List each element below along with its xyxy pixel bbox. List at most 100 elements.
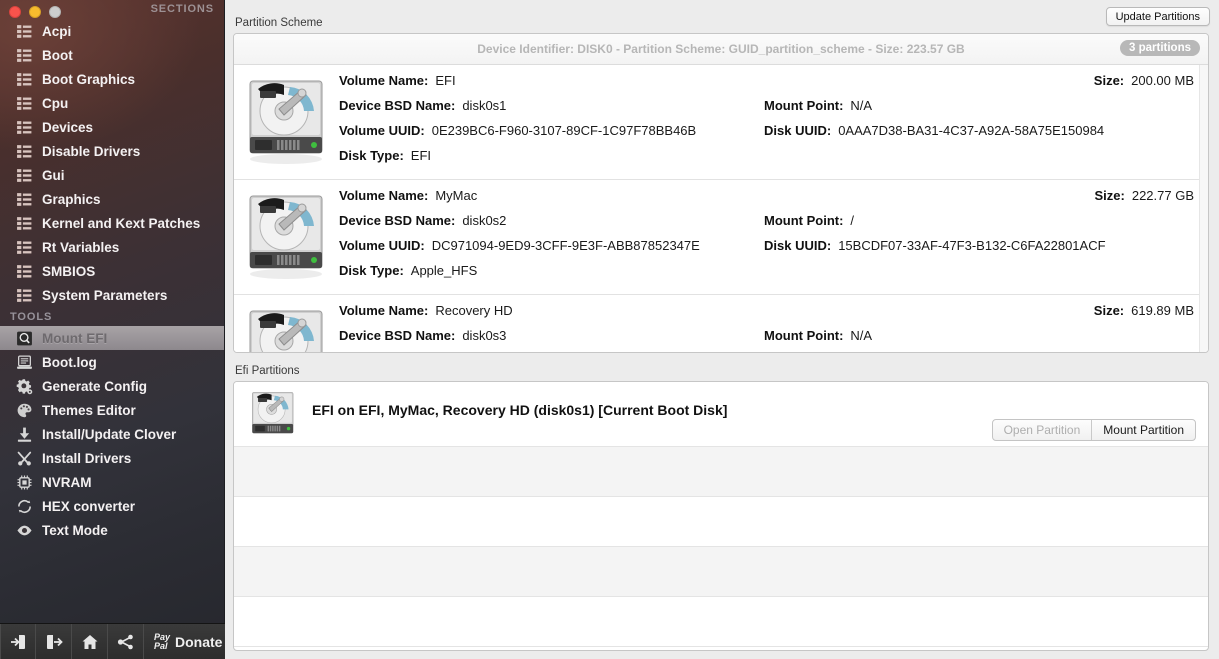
sidebar-item-system-parameters[interactable]: System Parameters xyxy=(0,283,224,307)
sidebar-item-boot-log[interactable]: Boot.log xyxy=(0,350,224,374)
efi-empty-row xyxy=(234,597,1208,647)
scheme-summary-text: Device Identifier: DISK0 - Partition Sch… xyxy=(477,42,965,56)
device-bsd-name-key: Device BSD Name: xyxy=(339,98,456,113)
export-button[interactable] xyxy=(36,623,72,659)
device-bsd-name-key: Device BSD Name: xyxy=(339,213,456,228)
efi-partitions-panel: EFI on EFI, MyMac, Recovery HD (disk0s1)… xyxy=(233,381,1209,651)
home-button[interactable] xyxy=(72,623,108,659)
disk-badge-icon xyxy=(17,331,32,345)
sidebar-item-label: Boot xyxy=(42,47,73,63)
update-partitions-button[interactable]: Update Partitions xyxy=(1105,7,1210,26)
efi-empty-row xyxy=(234,547,1208,597)
hard-disk-icon xyxy=(249,195,323,279)
partition-list-scrollbar[interactable] xyxy=(1199,65,1208,352)
sidebar-item-devices[interactable]: Devices xyxy=(0,115,224,139)
mount-partition-button[interactable]: Mount Partition xyxy=(1092,420,1195,440)
sidebar-item-cpu[interactable]: Cpu xyxy=(0,91,224,115)
sidebar-nav: Acpi Boot Boot Graphics Cpu Devices Disa… xyxy=(0,19,224,542)
mount-point-key: Mount Point: xyxy=(764,213,844,228)
disk-uuid-key: Disk UUID: xyxy=(764,238,832,253)
donate-label: Donate xyxy=(175,633,223,650)
device-bsd-name-value: disk0s3 xyxy=(462,328,507,343)
efi-partitions-label: Efi Partitions xyxy=(235,365,300,377)
disk-icon-cell xyxy=(234,188,339,288)
tools-header: TOOLS xyxy=(10,311,53,323)
sidebar-item-label: Mount EFI xyxy=(42,330,108,346)
sidebar-item-install-drivers[interactable]: Install Drivers xyxy=(0,446,224,470)
sidebar-item-generate-config[interactable]: Generate Config xyxy=(0,374,224,398)
sidebar-item-label: Devices xyxy=(42,119,94,135)
hard-disk-icon xyxy=(249,310,323,352)
list-icon xyxy=(17,168,32,182)
sidebar-item-kernel-and-kext-patches[interactable]: Kernel and Kext Patches xyxy=(0,211,224,235)
sidebar-item-label: Gui xyxy=(42,167,65,183)
donate-button[interactable]: Pay Pal Donate xyxy=(144,632,223,651)
sidebar-item-acpi[interactable]: Acpi xyxy=(0,19,224,43)
volume-name-value: MyMac xyxy=(435,188,478,203)
list-icon xyxy=(17,288,32,302)
sidebar-item-label: Boot.log xyxy=(42,354,97,370)
zoom-button xyxy=(49,6,61,18)
partition-row[interactable]: Volume Name: EFI Size: 200.00 MB Device BS… xyxy=(234,65,1208,180)
list-icon xyxy=(17,144,32,158)
sidebar-item-boot-graphics[interactable]: Boot Graphics xyxy=(0,67,224,91)
download-icon xyxy=(17,427,32,442)
partition-row[interactable]: Volume Name: MyMac Size: 222.77 GB Device … xyxy=(234,180,1208,295)
minimize-button[interactable] xyxy=(29,6,41,18)
sidebar-item-label: Boot Graphics xyxy=(42,71,136,87)
sections-header: SECTIONS xyxy=(150,3,214,15)
sidebar-item-text-mode[interactable]: Text Mode xyxy=(0,518,224,542)
sidebar-item-label: Rt Variables xyxy=(42,239,120,255)
list-icon xyxy=(17,240,32,254)
partition-row[interactable]: Volume Name: Recovery HD Size: 619.89 MB D… xyxy=(234,295,1208,352)
volume-name-value: Recovery HD xyxy=(435,303,513,318)
partition-fields: Volume Name: MyMac Size: 222.77 GB Device … xyxy=(339,188,1208,288)
efi-partition-row[interactable]: EFI on EFI, MyMac, Recovery HD (disk0s1)… xyxy=(234,382,1208,447)
close-button[interactable] xyxy=(9,6,21,18)
sidebar-item-label: NVRAM xyxy=(42,474,92,490)
size-key: Size: xyxy=(1093,303,1125,318)
sidebar-item-label: System Parameters xyxy=(42,287,168,303)
list-icon xyxy=(17,264,32,278)
bottom-toolbar: Pay Pal Donate xyxy=(0,623,225,659)
disk-type-key: Disk Type: xyxy=(339,148,404,163)
sidebar-item-nvram[interactable]: NVRAM xyxy=(0,470,224,494)
device-bsd-name-key: Device BSD Name: xyxy=(339,328,456,343)
mount-point-value: / xyxy=(850,213,855,228)
partition-scheme-panel: Device Identifier: DISK0 - Partition Sch… xyxy=(233,33,1209,353)
partition-fields: Volume Name: EFI Size: 200.00 MB Device BS… xyxy=(339,73,1208,173)
sidebar-item-graphics[interactable]: Graphics xyxy=(0,187,224,211)
volume-uuid-key: Volume UUID: xyxy=(339,123,425,138)
sidebar-item-label: Text Mode xyxy=(42,522,108,538)
sidebar: SECTIONS Acpi Boot Boot Graphics Cpu Dev… xyxy=(0,0,225,659)
update-partitions-label: Update Partitions xyxy=(1115,10,1200,23)
sidebar-item-label: Acpi xyxy=(42,23,72,39)
sidebar-item-label: Kernel and Kext Patches xyxy=(42,215,201,231)
refresh-icon xyxy=(18,499,31,513)
size-value: 200.00 MB xyxy=(1131,73,1194,88)
sidebar-item-install-update-clover[interactable]: Install/Update Clover xyxy=(0,422,224,446)
size-key: Size: xyxy=(1094,188,1125,203)
sidebar-item-rt-variables[interactable]: Rt Variables xyxy=(0,235,224,259)
sidebar-item-label: Cpu xyxy=(42,95,69,111)
disk-type-value: Apple_HFS xyxy=(410,263,478,278)
device-bsd-name-value: disk0s1 xyxy=(462,98,507,113)
volume-name-key: Volume Name: xyxy=(339,73,429,88)
sidebar-item-label: Install/Update Clover xyxy=(42,426,177,442)
scheme-summary-header: Device Identifier: DISK0 - Partition Sch… xyxy=(234,34,1208,65)
device-bsd-name-value: disk0s2 xyxy=(462,213,507,228)
disk-uuid-value: 0AAA7D38-BA31-4C37-A92A-58A75E150984 xyxy=(838,123,1105,138)
sidebar-item-themes-editor[interactable]: Themes Editor xyxy=(0,398,224,422)
sidebar-item-mount-efi[interactable]: Mount EFI xyxy=(0,326,224,350)
sidebar-item-gui[interactable]: Gui xyxy=(0,163,224,187)
sidebar-item-boot[interactable]: Boot xyxy=(0,43,224,67)
import-button[interactable] xyxy=(0,623,36,659)
sidebar-item-disable-drivers[interactable]: Disable Drivers xyxy=(0,139,224,163)
sidebar-item-smbios[interactable]: SMBIOS xyxy=(0,259,224,283)
disk-icon-cell xyxy=(234,303,339,352)
list-icon xyxy=(17,72,32,86)
gear-icon xyxy=(16,378,33,394)
sidebar-item-hex-converter[interactable]: HEX converter xyxy=(0,494,224,518)
mount-point-key: Mount Point: xyxy=(764,328,844,343)
share-button[interactable] xyxy=(108,623,144,659)
